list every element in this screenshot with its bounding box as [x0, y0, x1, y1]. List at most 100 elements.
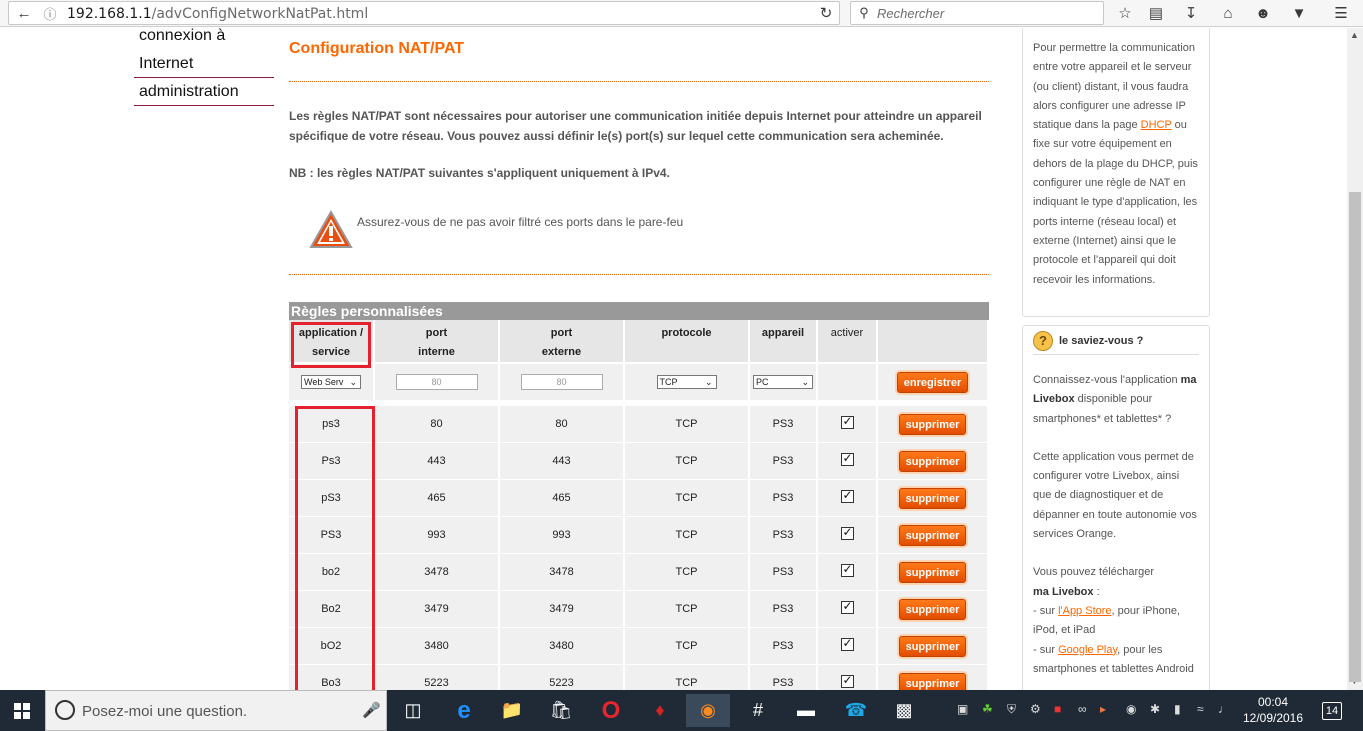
home-icon[interactable]: ⌂ — [1215, 2, 1241, 24]
cell-active — [818, 591, 878, 628]
tray-gear-icon[interactable]: ⚙ — [1030, 702, 1041, 716]
tip-text-bold: ma Livebox — [1033, 585, 1094, 598]
tray-volume-icon[interactable]: ▸ — [1100, 702, 1106, 716]
bluetooth-icon[interactable]: ✱ — [1150, 702, 1160, 716]
internal-port-input[interactable]: 80 — [395, 374, 478, 390]
file-explorer-icon[interactable]: 📁 — [490, 694, 534, 727]
terminal-icon[interactable]: ▩ — [882, 694, 926, 727]
tray-app-icon[interactable]: ▣ — [957, 702, 968, 716]
cell-actions: supprimer — [878, 517, 989, 554]
device-select[interactable]: PC ⌄ — [753, 375, 813, 389]
delete-button[interactable]: supprimer — [898, 635, 967, 657]
cell-external-port: 443 — [500, 443, 625, 480]
tip-text-part: Vous pouvez télécharger — [1033, 566, 1155, 579]
firefox-icon[interactable]: ◉ — [686, 694, 730, 727]
wifi-icon[interactable]: ≈ — [1197, 702, 1204, 716]
tip-text-part: : — [1093, 585, 1100, 598]
url-text[interactable]: 192.168.1.1/advConfigNetworkNatPat.html — [67, 6, 368, 22]
delete-button[interactable]: supprimer — [898, 561, 967, 583]
tip-text-1: Connaissez-vous l'application ma Livebox… — [1023, 371, 1209, 429]
device-icon[interactable]: ▬ — [784, 694, 828, 727]
google-play-link[interactable]: Google Play — [1058, 644, 1117, 656]
external-port-input[interactable]: 80 — [520, 374, 603, 390]
clock-time: 00:04 — [1257, 695, 1289, 709]
nav-item-administration[interactable]: administration — [134, 78, 274, 106]
table-row: pS3465465TCPPS3supprimer — [289, 480, 989, 517]
dhcp-link[interactable]: DHCP — [1141, 119, 1172, 131]
scrollbar-thumb[interactable] — [1349, 192, 1361, 682]
tray-shield-icon[interactable]: ⛨ — [1007, 702, 1016, 717]
speaker-icon[interactable]: ♩ — [1218, 702, 1230, 716]
opera-icon[interactable]: O — [589, 694, 633, 727]
tray-camera-icon[interactable]: ◉ — [1126, 702, 1136, 716]
col-header-port-interne: port interne — [375, 320, 500, 362]
search-bar[interactable]: ⚲ Rechercher — [850, 1, 1104, 25]
divider — [289, 81, 989, 82]
nav-item-connexion[interactable]: connexion à — [134, 28, 274, 50]
cell-external-port: 993 — [500, 517, 625, 554]
service-select[interactable]: Web Serv ⌄ — [301, 375, 361, 389]
windows-start-icon[interactable] — [0, 694, 44, 727]
warning-box: Assurez-vous de ne pas avoir filtré ces … — [309, 210, 683, 250]
reload-icon[interactable]: ↻ — [813, 2, 839, 24]
active-checkbox[interactable] — [840, 414, 854, 429]
delete-button[interactable]: supprimer — [898, 413, 967, 435]
app-store-link[interactable]: l'App Store — [1058, 605, 1111, 617]
active-checkbox[interactable] — [840, 488, 854, 503]
edge-icon[interactable]: e — [442, 694, 486, 727]
cell-actions: supprimer — [878, 554, 989, 591]
delete-button[interactable]: supprimer — [898, 450, 967, 472]
cell-actions: supprimer — [878, 628, 989, 665]
emoji-icon[interactable]: ☻ — [1250, 2, 1276, 24]
cell-protocol: TCP — [625, 628, 750, 665]
menu-icon[interactable]: ☰ — [1328, 2, 1354, 24]
delete-button[interactable]: supprimer — [898, 598, 967, 620]
game-app-icon[interactable]: ♦ — [638, 694, 682, 727]
bookmark-star-icon[interactable]: ☆ — [1112, 2, 1138, 24]
back-icon[interactable]: ← — [11, 2, 37, 24]
task-view-icon[interactable]: ◫ — [391, 694, 435, 727]
active-checkbox[interactable] — [840, 599, 854, 614]
nav-item-internet[interactable]: Internet — [134, 50, 274, 78]
highlight-box-header — [291, 322, 371, 368]
slack-icon[interactable]: # — [736, 694, 780, 727]
cell-protocol: TCP — [625, 665, 750, 690]
tray-link-icon[interactable]: ∞ — [1078, 702, 1087, 716]
cortana-search-box[interactable]: Posez-moi une question. 🎤 — [45, 690, 387, 731]
cell-active — [818, 443, 878, 480]
pocket-icon[interactable]: ▼ — [1286, 2, 1312, 24]
header-text: interne — [418, 346, 455, 358]
cell-protocol: TCP — [625, 591, 750, 628]
protocol-select[interactable]: TCP ⌄ — [656, 375, 717, 389]
microphone-icon[interactable]: 🎤 — [362, 701, 381, 719]
battery-icon[interactable]: ▮ — [1174, 702, 1181, 716]
url-bar[interactable]: ← ⓘ 192.168.1.1/advConfigNetworkNatPat.h… — [8, 1, 840, 25]
scroll-up-icon[interactable]: ▲ — [1350, 30, 1359, 40]
info-icon[interactable]: ⓘ — [37, 2, 63, 24]
tray-antivirus-icon[interactable]: ■ — [1054, 702, 1061, 716]
active-checkbox[interactable] — [840, 673, 854, 688]
cell-internal-port: 80 — [375, 406, 500, 443]
help-text: Pour permettre la communication entre vo… — [1023, 39, 1209, 290]
delete-button[interactable]: supprimer — [898, 524, 967, 546]
delete-button[interactable]: supprimer — [898, 672, 967, 690]
clock[interactable]: 00:04 12/09/2016 — [1240, 694, 1306, 726]
table-header-row: application / service port interne port ext… — [289, 320, 989, 362]
active-checkbox[interactable] — [840, 562, 854, 577]
save-button[interactable]: enregistrer — [896, 371, 969, 393]
active-checkbox[interactable] — [840, 636, 854, 651]
active-checkbox[interactable] — [840, 451, 854, 466]
service-select-value: Web Serv — [304, 377, 344, 387]
reading-list-icon[interactable]: ▤ — [1143, 2, 1169, 24]
store-icon[interactable]: 🛍 — [539, 694, 583, 727]
cell-device: PS3 — [750, 554, 818, 591]
tray-leaf-icon[interactable]: ☘ — [982, 702, 993, 716]
notification-center-icon[interactable]: 14 — [1322, 702, 1342, 720]
active-checkbox[interactable] — [840, 525, 854, 540]
skype-icon[interactable]: ☎ — [834, 694, 878, 727]
delete-button[interactable]: supprimer — [898, 487, 967, 509]
cell-active — [818, 628, 878, 665]
cell-actions: supprimer — [878, 480, 989, 517]
download-icon[interactable]: ↧ — [1178, 2, 1204, 24]
cell-device: PS3 — [750, 591, 818, 628]
